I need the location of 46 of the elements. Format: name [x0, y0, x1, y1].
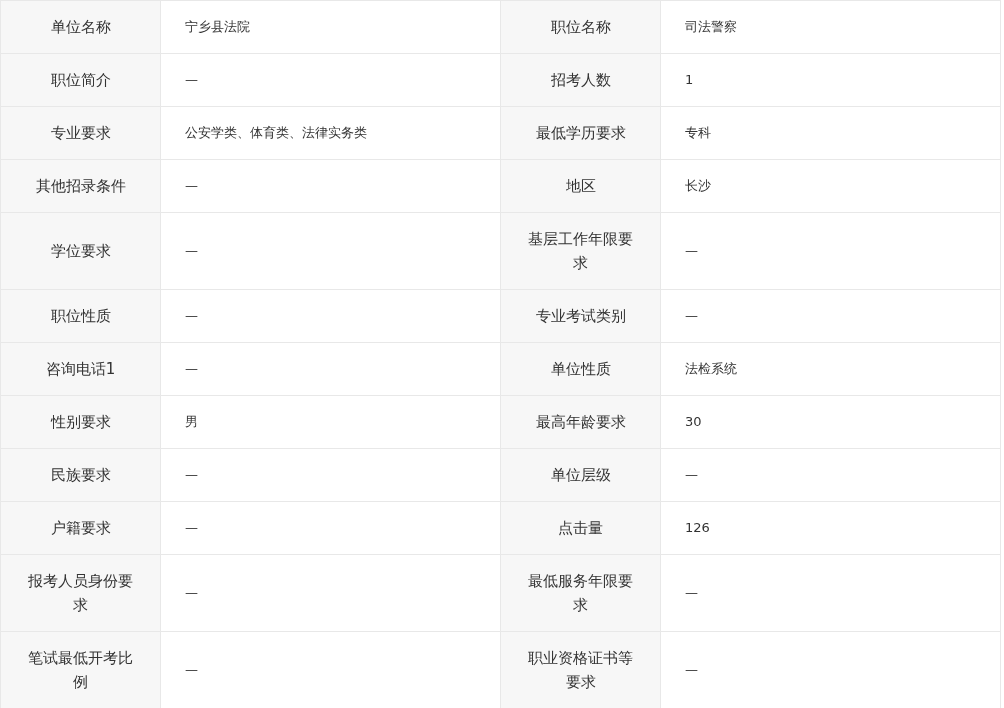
field-value: 宁乡县法院: [160, 0, 501, 54]
field-value: —: [160, 289, 501, 343]
field-value: 法检系统: [660, 342, 1001, 396]
field-value: —: [160, 448, 501, 502]
field-label: 点击量: [500, 501, 661, 555]
field-value: —: [160, 342, 501, 396]
field-label: 学位要求: [0, 212, 161, 290]
field-label: 专业要求: [0, 106, 161, 160]
field-label: 报考人员身份要求: [0, 554, 161, 632]
field-label: 民族要求: [0, 448, 161, 502]
field-label: 基层工作年限要求: [500, 212, 661, 290]
field-label: 职业资格证书等要求: [500, 631, 661, 708]
field-value: —: [160, 554, 501, 632]
field-value: —: [660, 289, 1001, 343]
field-label: 笔试最低开考比例: [0, 631, 161, 708]
field-value: —: [160, 159, 501, 213]
field-label: 户籍要求: [0, 501, 161, 555]
field-label: 招考人数: [500, 53, 661, 107]
field-label: 专业考试类别: [500, 289, 661, 343]
field-value: 126: [660, 501, 1001, 555]
field-label: 职位简介: [0, 53, 161, 107]
field-label: 职位性质: [0, 289, 161, 343]
field-value: —: [160, 501, 501, 555]
field-label: 职位名称: [500, 0, 661, 54]
field-label: 最低服务年限要求: [500, 554, 661, 632]
field-value: 1: [660, 53, 1001, 107]
field-value: 专科: [660, 106, 1001, 160]
field-value: 司法警察: [660, 0, 1001, 54]
field-value: —: [660, 554, 1001, 632]
field-label: 单位层级: [500, 448, 661, 502]
field-value: —: [660, 448, 1001, 502]
field-value: 长沙: [660, 159, 1001, 213]
field-value: 30: [660, 395, 1001, 449]
field-value: 公安学类、体育类、法律实务类: [160, 106, 501, 160]
field-value: —: [660, 212, 1001, 290]
field-label: 地区: [500, 159, 661, 213]
field-label: 单位名称: [0, 0, 161, 54]
field-label: 咨询电话1: [0, 342, 161, 396]
field-value: —: [160, 53, 501, 107]
field-value: —: [160, 212, 501, 290]
field-label: 性别要求: [0, 395, 161, 449]
field-label: 单位性质: [500, 342, 661, 396]
field-label: 其他招录条件: [0, 159, 161, 213]
field-label: 最低学历要求: [500, 106, 661, 160]
field-value: 男: [160, 395, 501, 449]
field-label: 最高年龄要求: [500, 395, 661, 449]
